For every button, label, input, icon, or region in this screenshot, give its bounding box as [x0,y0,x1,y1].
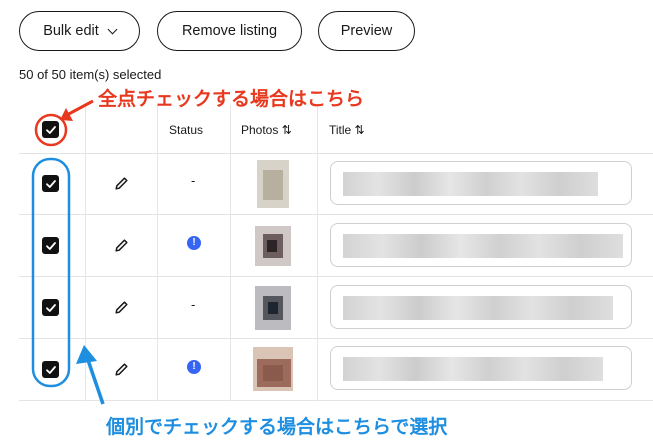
red-arrow-line [64,99,94,118]
blue-arrow-line [86,359,105,405]
red-arrow-head-icon [60,108,73,121]
annotation-overlay [31,99,105,405]
select-all-annotation: 全点チェックする場合はこちら [98,89,365,110]
individual-select-annotation: 個別でチェックする場合はこちらで選択 [106,417,448,438]
individual-select-highlight [31,157,71,388]
blue-arrow-head-icon [76,345,97,364]
